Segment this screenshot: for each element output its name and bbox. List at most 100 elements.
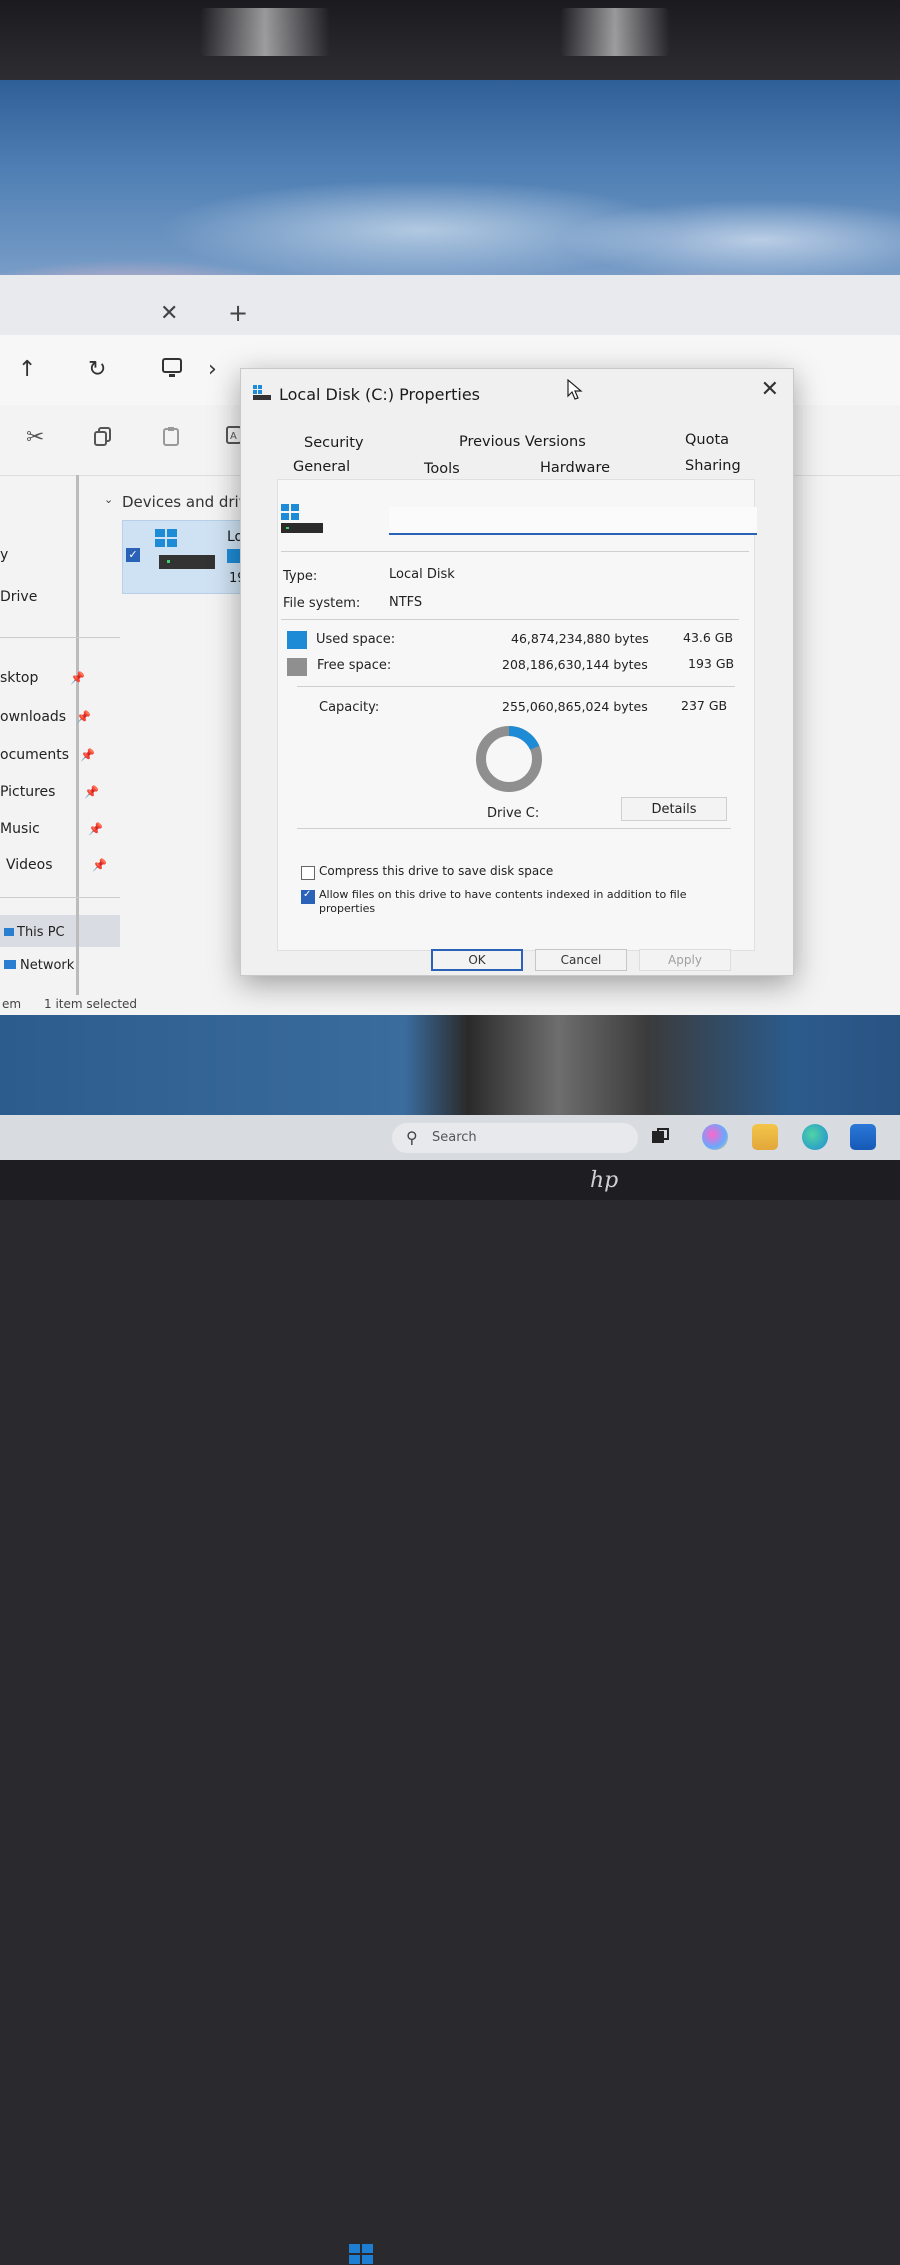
close-tab-icon[interactable]: ✕ bbox=[160, 301, 178, 326]
free-space-swatch bbox=[287, 658, 307, 676]
hp-logo: hp bbox=[590, 1168, 619, 1193]
separator bbox=[297, 828, 731, 829]
tab-tools[interactable]: Tools bbox=[424, 461, 460, 477]
selection-count: 1 item selected bbox=[44, 997, 138, 1011]
general-tab-panel bbox=[277, 479, 755, 951]
pin-icon: 📌 bbox=[92, 858, 107, 872]
tab-hardware[interactable]: Hardware bbox=[540, 460, 610, 476]
hard-drive-icon bbox=[159, 555, 215, 569]
svg-text:A: A bbox=[230, 431, 237, 442]
mouse-cursor-icon bbox=[567, 379, 583, 400]
tab-quota[interactable]: Quota bbox=[685, 432, 729, 448]
used-space-gb: 43.6 GB bbox=[683, 630, 734, 645]
search-placeholder: Search bbox=[432, 1130, 477, 1145]
drive-label: Drive C: bbox=[487, 806, 540, 821]
free-space-gb: 193 GB bbox=[688, 656, 735, 671]
sidebar-item-desktop[interactable]: sktop bbox=[0, 670, 38, 686]
sidebar-item-label: This PC bbox=[17, 925, 65, 940]
sidebar-item-label: Network bbox=[20, 958, 75, 973]
breadcrumb-chevron-icon[interactable]: › bbox=[208, 357, 217, 382]
store-icon[interactable] bbox=[850, 1124, 876, 1150]
compress-checkbox[interactable] bbox=[301, 866, 315, 880]
sidebar-item-downloads[interactable]: ownloads bbox=[0, 709, 66, 725]
hard-drive-icon bbox=[281, 504, 323, 533]
edge-browser-icon[interactable] bbox=[802, 1124, 828, 1150]
sidebar-item-network[interactable]: Network bbox=[4, 958, 74, 973]
sidebar-item-onedrive[interactable]: Drive bbox=[0, 589, 37, 605]
sidebar-item-videos[interactable]: Videos bbox=[6, 857, 53, 873]
start-button-windows-icon[interactable] bbox=[348, 2243, 374, 2265]
index-checkbox[interactable] bbox=[301, 889, 315, 904]
type-label: Type: bbox=[283, 569, 318, 584]
up-arrow-icon[interactable]: ↑ bbox=[18, 357, 36, 382]
free-space-bytes: 208,186,630,144 bytes bbox=[502, 657, 648, 672]
ceiling-light-reflection bbox=[200, 8, 330, 56]
separator bbox=[297, 686, 735, 687]
sidebar-item-pictures[interactable]: Pictures bbox=[0, 784, 55, 800]
explorer-tabstrip: ✕ + bbox=[0, 275, 900, 335]
taskbar-search-box[interactable]: ⚲ Search bbox=[392, 1123, 638, 1153]
task-view-icon[interactable] bbox=[650, 1127, 670, 1147]
monitor-bezel-bottom bbox=[0, 1160, 900, 1200]
search-icon: ⚲ bbox=[406, 1128, 418, 1147]
sidebar-item-this-pc[interactable]: This PC bbox=[4, 925, 65, 940]
cut-icon[interactable]: ✂ bbox=[26, 425, 44, 450]
close-icon[interactable]: ✕ bbox=[761, 377, 779, 402]
used-space-swatch bbox=[287, 631, 307, 649]
network-icon bbox=[4, 960, 16, 969]
desktop-background-lower bbox=[0, 1015, 900, 1120]
pin-icon: 📌 bbox=[84, 785, 99, 799]
sidebar-item-documents[interactable]: ocuments bbox=[0, 747, 69, 763]
chevron-down-icon[interactable]: ⌄ bbox=[104, 493, 113, 506]
group-header-devices[interactable]: Devices and driv bbox=[122, 493, 248, 511]
drive-tile-c[interactable]: ✓ Loc 19 bbox=[122, 520, 254, 594]
new-tab-icon[interactable]: + bbox=[228, 299, 248, 327]
used-space-bytes: 46,874,234,880 bytes bbox=[511, 631, 649, 646]
cancel-button[interactable]: Cancel bbox=[535, 949, 627, 971]
file-explorer-icon[interactable] bbox=[752, 1124, 778, 1150]
desktop-wallpaper bbox=[0, 80, 900, 280]
capacity-gb: 237 GB bbox=[681, 698, 728, 713]
compress-label: Compress this drive to save disk space bbox=[319, 864, 554, 878]
refresh-icon[interactable]: ↻ bbox=[88, 357, 106, 382]
monitor-bezel-top bbox=[0, 0, 900, 85]
taskbar: ⚲ Search bbox=[0, 1115, 900, 2264]
filesystem-value: NTFS bbox=[389, 595, 423, 610]
filesystem-label: File system: bbox=[283, 596, 361, 611]
dialog-title: Local Disk (C:) Properties bbox=[279, 385, 480, 404]
copy-icon[interactable] bbox=[92, 425, 114, 453]
tab-security[interactable]: Security bbox=[304, 435, 364, 451]
capacity-bytes: 255,060,865,024 bytes bbox=[502, 699, 648, 714]
sidebar-divider bbox=[0, 897, 120, 898]
ok-button[interactable]: OK bbox=[431, 949, 523, 971]
pin-icon: 📌 bbox=[80, 748, 95, 762]
sidebar-divider bbox=[0, 637, 120, 638]
apply-button[interactable]: Apply bbox=[639, 949, 731, 971]
tab-general[interactable]: General bbox=[293, 459, 350, 475]
separator bbox=[281, 619, 739, 620]
sidebar-item-music[interactable]: Music bbox=[0, 821, 40, 837]
sidebar-item-home[interactable]: y bbox=[0, 547, 8, 563]
drive-icon bbox=[253, 385, 271, 400]
free-space-label: Free space: bbox=[317, 658, 392, 673]
ceiling-light-reflection bbox=[560, 8, 670, 56]
paste-icon[interactable] bbox=[160, 425, 182, 453]
checkbox-checked[interactable]: ✓ bbox=[126, 548, 140, 562]
drive-name-input[interactable] bbox=[389, 507, 757, 535]
pin-icon: 📌 bbox=[88, 822, 103, 836]
computer-icon bbox=[4, 928, 14, 936]
index-label: Allow files on this drive to have conten… bbox=[319, 888, 687, 915]
tab-previous-versions[interactable]: Previous Versions bbox=[459, 434, 586, 450]
disk-usage-donut-chart bbox=[476, 726, 542, 792]
monitor-icon[interactable] bbox=[160, 357, 184, 385]
details-button[interactable]: Details bbox=[621, 797, 727, 821]
item-count: em bbox=[2, 997, 22, 1011]
copilot-icon[interactable] bbox=[702, 1124, 728, 1150]
used-space-label: Used space: bbox=[316, 632, 396, 647]
sidebar-scrollbar[interactable] bbox=[76, 475, 79, 995]
type-value: Local Disk bbox=[389, 567, 455, 582]
windows-logo-icon bbox=[155, 529, 177, 547]
pin-icon: 📌 bbox=[70, 671, 85, 685]
tab-sharing[interactable]: Sharing bbox=[685, 458, 741, 474]
capacity-label: Capacity: bbox=[319, 700, 380, 715]
